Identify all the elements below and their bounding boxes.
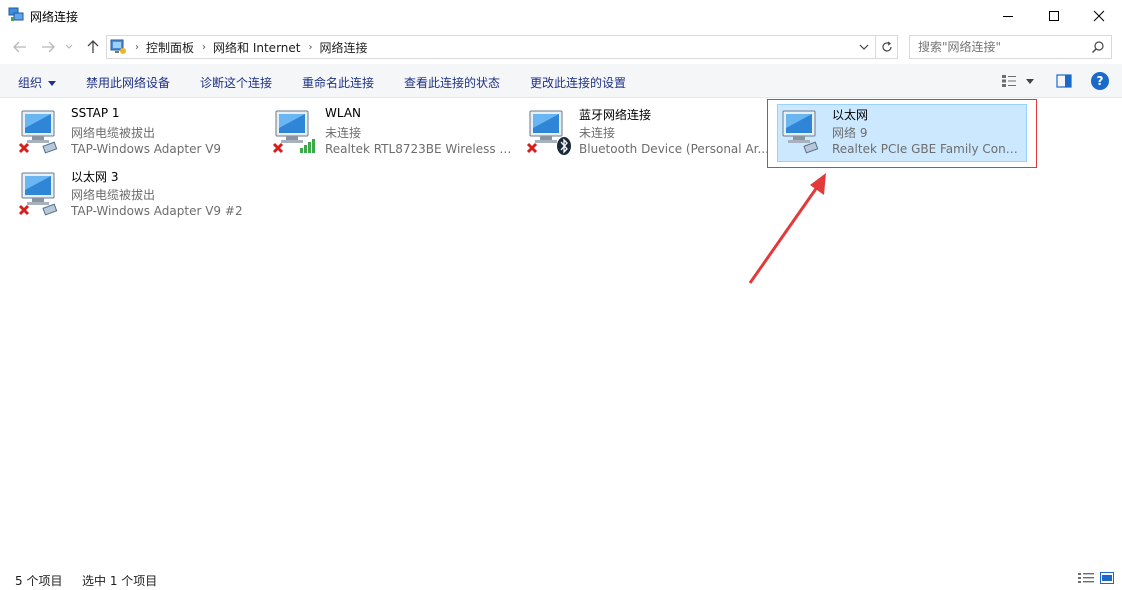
- connection-device: Realtek RTL8723BE Wireless L...: [325, 142, 515, 156]
- search-box[interactable]: [909, 35, 1112, 59]
- caret-down-icon: [1026, 78, 1034, 84]
- up-button[interactable]: [83, 38, 103, 56]
- connection-status: 未连接: [325, 126, 362, 140]
- command-bar: 组织 禁用此网络设备 诊断这个连接 重命名此连接 查看此连接的状态 更改此连接的…: [0, 64, 1122, 98]
- control-panel-icon: [110, 39, 126, 54]
- connection-name: WLAN: [325, 106, 362, 120]
- breadcrumb-separator-icon: ›: [202, 41, 207, 53]
- breadcrumb-separator-icon: ›: [308, 41, 313, 53]
- refresh-button[interactable]: [875, 36, 897, 58]
- ethernet-adapter-icon: [18, 110, 58, 154]
- diagnose-connection-button[interactable]: 诊断这个连接: [200, 74, 272, 91]
- connection-name: SSTAP 1: [71, 106, 120, 120]
- breadcrumb-control-panel[interactable]: 控制面板: [146, 39, 194, 56]
- preview-pane-button[interactable]: [1055, 72, 1073, 90]
- wifi-adapter-icon: [272, 110, 315, 154]
- details-view-icon: [1078, 573, 1094, 583]
- connection-device: TAP-Windows Adapter V9 #2: [71, 204, 243, 218]
- forward-arrow-icon: [42, 41, 55, 53]
- connection-item-ethernet-3[interactable]: 以太网 3 网络电缆被拔出 TAP-Windows Adapter V9 #2: [16, 166, 266, 224]
- disable-device-button[interactable]: 禁用此网络设备: [86, 74, 170, 91]
- connection-status: 网络电缆被拔出: [71, 126, 156, 140]
- maximize-icon: [1049, 10, 1059, 21]
- details-view-button[interactable]: [1078, 572, 1094, 587]
- search-input[interactable]: [918, 40, 1088, 54]
- close-icon: [1093, 10, 1105, 21]
- status-bar: 5 个项目 选中 1 个项目: [0, 568, 1122, 590]
- annotation-arrow-icon: [748, 173, 826, 284]
- refresh-icon: [881, 41, 892, 52]
- forward-button[interactable]: [38, 38, 58, 56]
- chevron-down-icon: [65, 44, 73, 49]
- back-arrow-icon: [13, 41, 26, 53]
- address-history-button[interactable]: [857, 40, 871, 54]
- help-button[interactable]: ?: [1091, 72, 1109, 90]
- preview-pane-icon: [1056, 74, 1072, 88]
- connection-item-wlan[interactable]: WLAN 未连接 Realtek RTL8723BE Wireless L...: [270, 104, 520, 162]
- back-button[interactable]: [10, 38, 30, 56]
- search-icon: [1092, 41, 1104, 53]
- connection-status: 网络电缆被拔出: [71, 188, 156, 202]
- breadcrumb-separator-icon: ›: [135, 41, 139, 53]
- change-view-button[interactable]: [1000, 72, 1018, 90]
- connection-device: TAP-Windows Adapter V9: [71, 142, 222, 156]
- rename-connection-button[interactable]: 重命名此连接: [302, 74, 374, 91]
- organize-menu-button[interactable]: 组织: [18, 74, 56, 91]
- network-connections-icon: [8, 7, 24, 21]
- navigation-bar: › 控制面板 › 网络和 Internet › 网络连接: [0, 31, 1122, 63]
- up-arrow-icon: [87, 40, 99, 53]
- help-icon: ?: [1096, 74, 1104, 88]
- view-menu-dropdown[interactable]: [1023, 72, 1037, 90]
- breadcrumb-network-internet[interactable]: 网络和 Internet: [213, 39, 300, 56]
- minimize-button[interactable]: [985, 0, 1031, 31]
- view-status-button[interactable]: 查看此连接的状态: [404, 74, 500, 91]
- view-options-icon: [1002, 75, 1016, 87]
- bluetooth-adapter-icon: [526, 110, 571, 155]
- selected-count: 选中 1 个项目: [82, 574, 158, 588]
- item-count: 5 个项目: [15, 574, 63, 588]
- large-icons-view-icon: [1100, 572, 1114, 584]
- recent-locations-button[interactable]: [63, 38, 75, 56]
- connection-item-sstap-1[interactable]: SSTAP 1 网络电缆被拔出 TAP-Windows Adapter V9: [16, 104, 266, 162]
- breadcrumb-network-connections[interactable]: 网络连接: [319, 39, 367, 56]
- close-button[interactable]: [1076, 0, 1122, 31]
- address-bar[interactable]: › 控制面板 › 网络和 Internet › 网络连接: [106, 35, 898, 59]
- annotation-highlight-box: [767, 99, 1037, 168]
- connection-name: 以太网 3: [71, 170, 119, 184]
- large-icons-view-button[interactable]: [1100, 572, 1114, 587]
- window-title: 网络连接: [30, 10, 79, 24]
- maximize-button[interactable]: [1031, 0, 1077, 31]
- ethernet-adapter-icon: [18, 172, 58, 216]
- minimize-icon: [1003, 15, 1013, 17]
- connection-status: 未连接: [579, 126, 616, 140]
- connection-name: 蓝牙网络连接: [579, 108, 652, 122]
- chevron-down-icon: [859, 44, 869, 50]
- change-settings-button[interactable]: 更改此连接的设置: [530, 74, 626, 91]
- title-bar: 网络连接: [0, 0, 1122, 31]
- connection-item-bluetooth[interactable]: 蓝牙网络连接 未连接 Bluetooth Device (Personal Ar…: [524, 104, 774, 162]
- connection-device: Bluetooth Device (Personal Ar...: [579, 142, 769, 156]
